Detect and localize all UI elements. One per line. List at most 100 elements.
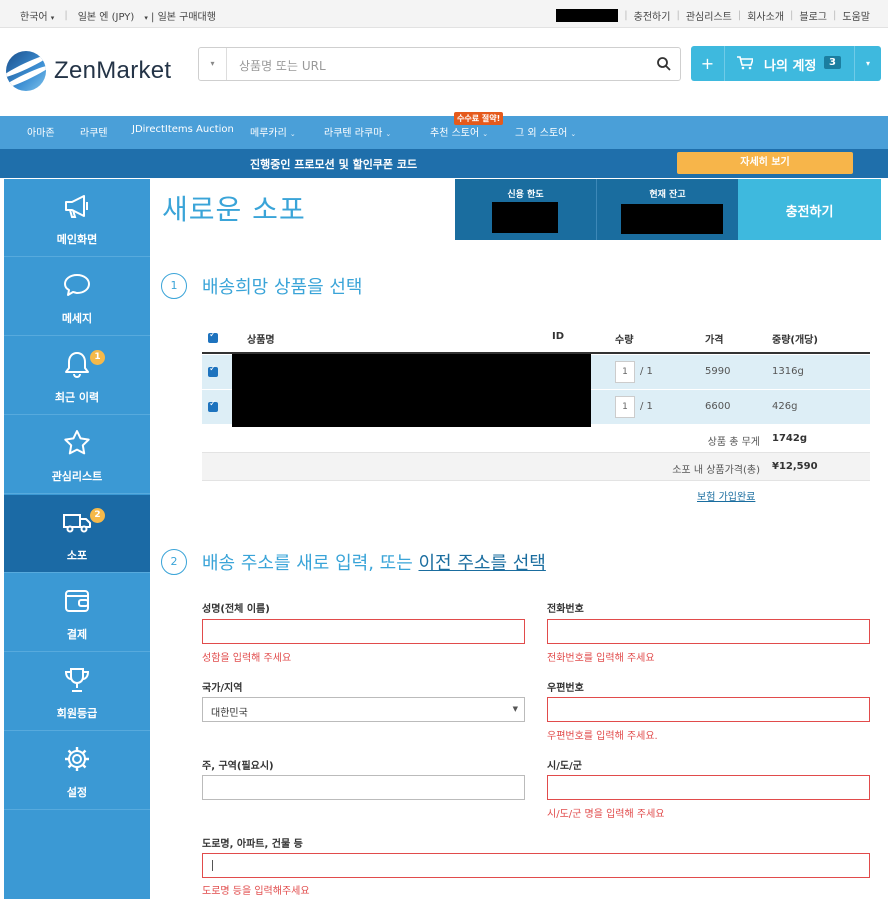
select-all-checkbox[interactable]	[208, 330, 218, 343]
currency-select[interactable]: 일본 엔 (JPY)	[78, 8, 135, 23]
search-input[interactable]: 상품명 또는 URL	[239, 57, 326, 74]
zip-field[interactable]	[547, 697, 870, 722]
sidebar-item-settings[interactable]: 설정	[4, 732, 150, 810]
current-balance-label: 현재 잔고	[649, 190, 686, 200]
promo-details-button[interactable]: 자세히 보기	[677, 152, 853, 174]
col-weight: 중량(개당)	[772, 335, 818, 346]
city-field[interactable]	[547, 775, 870, 800]
username-redacted[interactable]	[556, 9, 619, 22]
step-1-number: 1	[161, 273, 187, 299]
logo-mark-icon	[6, 51, 46, 91]
add-button[interactable]: +	[691, 46, 725, 81]
step-2-title: 배송 주소를 새로 입력, 또는 이전 주소를 선택	[202, 553, 546, 574]
street-label: 도로명, 아파트, 건물 등	[202, 839, 303, 850]
state-field[interactable]	[202, 775, 525, 800]
nav-item-recommended[interactable]: 추천 스토어 ⌄	[430, 124, 488, 139]
qty-input[interactable]: 1	[615, 396, 635, 418]
star-icon	[64, 430, 90, 455]
topbar-link-wishlist[interactable]: 관심리스트	[686, 8, 732, 23]
weight-cell: 426g	[772, 401, 798, 412]
logo[interactable]: ZenMarket	[6, 51, 171, 91]
phone-label: 전화번호	[547, 604, 584, 615]
search-icon[interactable]	[656, 56, 672, 72]
promo-bar: 진행중인 프로모션 및 할인쿠폰 코드 자세히 보기	[0, 149, 888, 178]
topbar-link-about[interactable]: 회사소개	[747, 8, 784, 23]
sidebar-item-label: 소포	[66, 549, 88, 562]
full-name-field[interactable]	[202, 619, 525, 644]
credit-limit-redacted	[492, 202, 558, 233]
current-balance-cell: 현재 잔고	[596, 179, 738, 240]
nav-item-rakuma[interactable]: 라쿠텐 라쿠마 ⌄	[324, 124, 391, 139]
total-price-label: 소포 내 상품가격(총)	[672, 465, 760, 476]
country-select[interactable]: 대한민국 ▼	[202, 697, 525, 722]
credit-limit-cell: 신용 한도	[455, 179, 596, 240]
sidebar-item-label: 결제	[66, 628, 88, 641]
divider: |	[64, 10, 68, 21]
sidebar-item-parcels[interactable]: 2 소포	[4, 495, 150, 573]
current-balance-redacted	[621, 204, 723, 234]
history-count-badge: 1	[90, 350, 105, 365]
price-cell: 6600	[705, 401, 731, 412]
promo-text: 진행중인 프로모션 및 할인쿠폰 코드	[250, 158, 418, 171]
chat-bubble-icon	[64, 274, 90, 296]
phone-field[interactable]	[547, 619, 870, 644]
credit-limit-label: 신용 한도	[507, 190, 544, 200]
sidebar-item-label: 메인화면	[56, 233, 98, 246]
logo-text: ZenMarket	[54, 57, 172, 84]
bell-icon	[65, 352, 89, 378]
chevron-down-icon[interactable]: ▾	[854, 46, 881, 81]
header: ZenMarket ▾ 상품명 또는 URL + 나의 계정 3 ▾	[0, 29, 888, 115]
step-2-number: 2	[161, 549, 187, 575]
page-title: 새로운 소포	[162, 193, 306, 226]
topbar-link-topup[interactable]: 충전하기	[634, 8, 671, 23]
insurance-link[interactable]: 보험 가입완료	[697, 488, 755, 503]
name-error: 성함을 입력해 주세요	[202, 653, 292, 664]
nav-item-other-stores[interactable]: 그 외 스토어 ⌄	[515, 124, 576, 139]
cart-icon	[737, 56, 753, 70]
trophy-icon	[64, 668, 90, 692]
sidebar-item-payment[interactable]: 결제	[4, 574, 150, 652]
street-error: 도로명 등을 입력해주세요	[202, 886, 310, 897]
zip-error: 우편번호를 입력해 주세요.	[547, 731, 658, 742]
sidebar-item-label: 관심리스트	[51, 470, 103, 483]
main-nav: 아마존 라쿠텐 JDirectItems Auction 메루카리 ⌄ 라쿠텐 라…	[0, 112, 888, 149]
sidebar-item-label: 메세지	[61, 312, 93, 325]
nav-item-rakuten[interactable]: 라쿠텐	[80, 124, 108, 139]
cart-count-badge: 3	[824, 56, 841, 69]
text-cursor	[212, 860, 213, 871]
sidebar-item-main[interactable]: 메인화면	[4, 179, 150, 257]
balance-panel: 신용 한도 현재 잔고 충전하기	[455, 179, 881, 240]
sidebar-item-label: 최근 이력	[54, 391, 100, 404]
sidebar-item-messages[interactable]: 메세지	[4, 258, 150, 336]
sidebar: 메인화면 메세지 1 최근 이력 관심리스트 2 소포 결제 회원등급 설정	[4, 179, 150, 899]
search-bar: ▾ 상품명 또는 URL	[198, 47, 681, 81]
account-button[interactable]: + 나의 계정 3 ▾	[691, 46, 881, 81]
sidebar-item-history[interactable]: 1 최근 이력	[4, 337, 150, 415]
col-qty: 수량	[615, 335, 634, 346]
total-weight-value: 1742g	[772, 433, 807, 444]
name-label: 성명(전체 이름)	[202, 604, 270, 615]
row-checkbox[interactable]	[208, 364, 218, 377]
service-select[interactable]: ▾ | 일본 구매대행	[144, 8, 216, 23]
nav-item-jdirectitems[interactable]: JDirectItems Auction	[132, 124, 234, 135]
search-category-dropdown[interactable]: ▾	[199, 48, 227, 80]
topup-button[interactable]: 충전하기	[738, 179, 881, 240]
city-error: 시/도/군 명을 입력해 주세요	[547, 809, 665, 820]
previous-address-link[interactable]: 이전 주소를 선택	[419, 553, 546, 574]
language-select[interactable]: 한국어 ▾	[20, 8, 54, 23]
street-field[interactable]	[202, 853, 870, 878]
sidebar-item-membership[interactable]: 회원등급	[4, 653, 150, 731]
gear-icon	[65, 747, 89, 771]
country-label: 국가/지역	[202, 683, 243, 694]
topbar-link-blog[interactable]: 블로그	[799, 8, 827, 23]
nav-item-mercari[interactable]: 메루카리 ⌄	[250, 124, 296, 139]
topbar-link-help[interactable]: 도움말	[842, 8, 870, 23]
step-1-title: 배송희망 상품을 선택	[202, 277, 363, 298]
sidebar-item-wishlist[interactable]: 관심리스트	[4, 416, 150, 494]
qty-input[interactable]: 1	[615, 361, 635, 383]
parcels-count-badge: 2	[90, 508, 105, 523]
nav-item-amazon[interactable]: 아마존	[27, 124, 55, 139]
row-checkbox[interactable]	[208, 399, 218, 412]
col-price: 가격	[705, 335, 724, 346]
total-price-row: 소포 내 상품가격(총) ¥12,590	[202, 453, 870, 481]
